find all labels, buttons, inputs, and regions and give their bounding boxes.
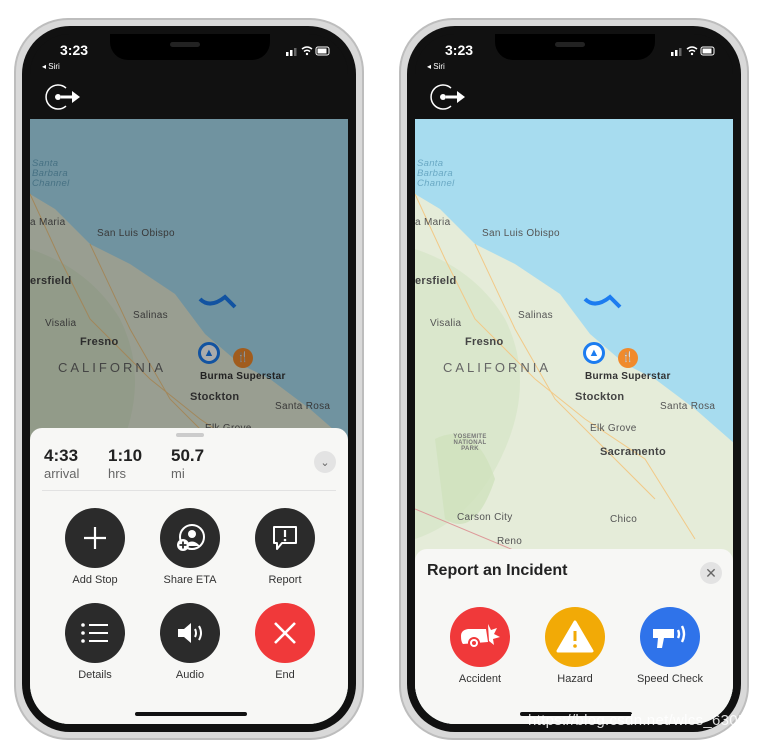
close-button[interactable]: ✕ <box>700 562 722 584</box>
back-to-siri[interactable]: ◂ Siri <box>42 62 60 71</box>
duration-value: 1:10 <box>108 446 143 465</box>
status-time: 3:23 <box>445 42 474 58</box>
home-indicator[interactable] <box>135 712 247 716</box>
audio-button[interactable]: Audio <box>150 603 230 681</box>
speed-check-button[interactable]: Speed Check <box>630 607 710 685</box>
add-stop-button[interactable]: Add Stop <box>55 508 135 586</box>
button-label: End <box>275 669 295 681</box>
chevron-down-icon: ⌄ <box>320 456 330 469</box>
map-label: Fresno <box>465 336 504 348</box>
x-icon <box>274 622 296 644</box>
arrival-stat: 4:33 arrival <box>44 446 79 481</box>
route-line <box>583 294 622 309</box>
map-label: Stockton <box>575 391 625 403</box>
map-label: Reno <box>497 536 523 547</box>
map-label: Salinas <box>518 310 553 321</box>
status-time: 3:23 <box>60 42 89 58</box>
report-button[interactable]: Report <box>245 508 325 586</box>
warning-triangle-icon <box>556 620 594 653</box>
car-crash-icon <box>461 624 500 649</box>
button-label: Share ETA <box>163 574 217 586</box>
map-label: a Maria <box>415 217 451 228</box>
map-label: Sacramento <box>600 446 666 458</box>
end-button[interactable]: End <box>245 603 325 681</box>
screen: Santa Barbara Channel a Maria San Luis O… <box>30 34 348 724</box>
duration-stat: 1:10 hrs <box>108 446 142 481</box>
map-label: Visalia <box>430 318 462 329</box>
screen: Santa Barbara Channel a Maria San Luis O… <box>415 34 733 724</box>
arrival-value: 4:33 <box>44 446 79 465</box>
button-label: Speed Check <box>636 673 704 685</box>
map-label: Santa Barbara Channel <box>417 158 455 189</box>
distance-label: mi <box>171 466 185 481</box>
share-eta-button[interactable]: Share ETA <box>150 508 230 586</box>
report-incident-sheet: Report an Incident ✕ Accident Hazard Spe… <box>415 549 733 724</box>
button-label: Hazard <box>557 673 593 685</box>
report-bubble-icon <box>273 526 297 550</box>
button-label: Accident <box>458 673 502 685</box>
collapse-button[interactable]: ⌄ <box>314 451 336 473</box>
destination-label: Burma Superstar <box>585 371 671 382</box>
speaker-icon <box>178 623 202 643</box>
map-label: CALIFORNIA <box>443 360 552 375</box>
divider <box>42 490 336 491</box>
map-label: Santa Rosa <box>660 401 716 412</box>
map-label: Carson City <box>457 512 513 523</box>
map-label: ersfield <box>415 275 457 287</box>
restaurant-pin-icon[interactable]: 🍴 <box>618 348 638 368</box>
status-icons <box>286 46 330 56</box>
button-label: Audio <box>175 669 205 681</box>
status-icons <box>671 46 715 56</box>
hazard-button[interactable]: Hazard <box>535 607 615 685</box>
distance-value: 50.7 <box>171 446 205 465</box>
close-icon: ✕ <box>705 564 717 581</box>
current-location-icon: ▲ <box>583 342 605 364</box>
exit-navigation-icon[interactable] <box>429 82 469 112</box>
navigation-sheet: 4:33 arrival 1:10 hrs 50.7 mi ⌄ Add Stop Sh… <box>30 428 348 724</box>
phone-navigation: Santa Barbara Channel a Maria San Luis O… <box>14 18 364 740</box>
distance-stat: 50.7 mi <box>171 446 204 481</box>
sheet-grabber[interactable] <box>176 433 204 437</box>
map-label: San Luis Obispo <box>482 228 560 239</box>
accident-button[interactable]: Accident <box>440 607 520 685</box>
sheet-title: Report an Incident <box>427 562 568 579</box>
list-icon <box>81 623 108 643</box>
phone-report-incident: Santa Barbara Channel a Maria San Luis O… <box>399 18 749 740</box>
watermark: https://blog.csdn.net/wlcs_6305 <box>528 712 747 729</box>
back-to-siri[interactable]: ◂ Siri <box>427 62 445 71</box>
button-label: Details <box>78 669 112 681</box>
details-button[interactable]: Details <box>55 603 135 681</box>
map-label: Elk Grove <box>590 423 637 434</box>
plus-icon <box>84 527 106 549</box>
button-label: Report <box>268 574 302 586</box>
duration-label: hrs <box>108 466 127 481</box>
arrival-label: arrival <box>44 466 80 481</box>
speed-camera-icon <box>653 625 686 648</box>
park-label: YOSEMITE NATIONAL PARK <box>453 434 487 452</box>
exit-navigation-icon[interactable] <box>44 82 84 112</box>
button-label: Add Stop <box>72 574 118 586</box>
share-eta-icon <box>177 524 205 551</box>
map-label: Chico <box>610 514 638 525</box>
